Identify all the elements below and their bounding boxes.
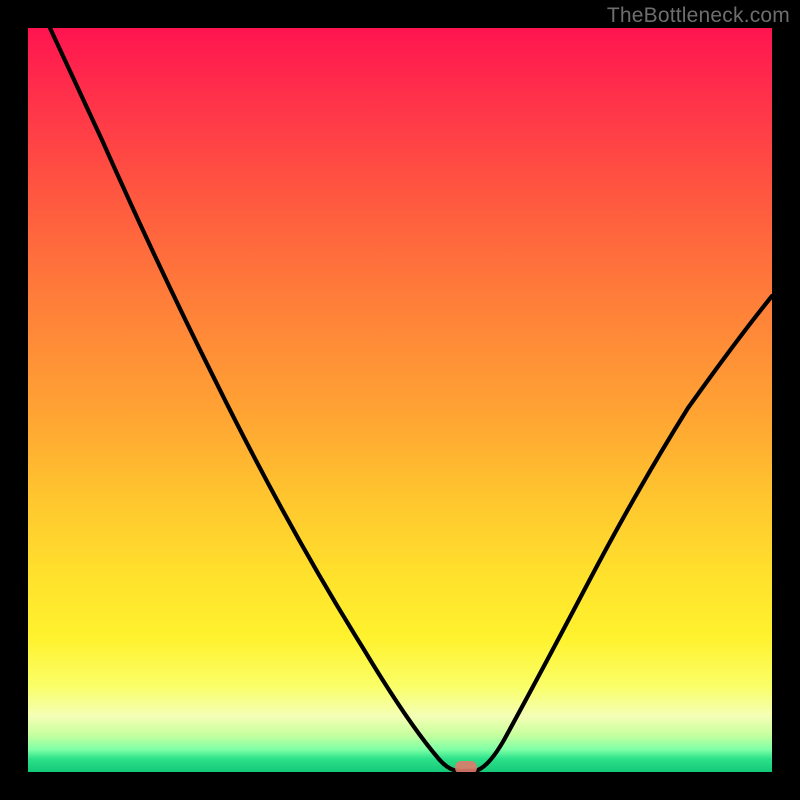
chart-frame: TheBottleneck.com <box>0 0 800 800</box>
curve-layer <box>28 28 772 772</box>
watermark-text: TheBottleneck.com <box>607 4 790 28</box>
plot-area <box>28 28 772 772</box>
bottleneck-curve <box>50 28 772 771</box>
optimal-point-marker <box>455 761 477 772</box>
